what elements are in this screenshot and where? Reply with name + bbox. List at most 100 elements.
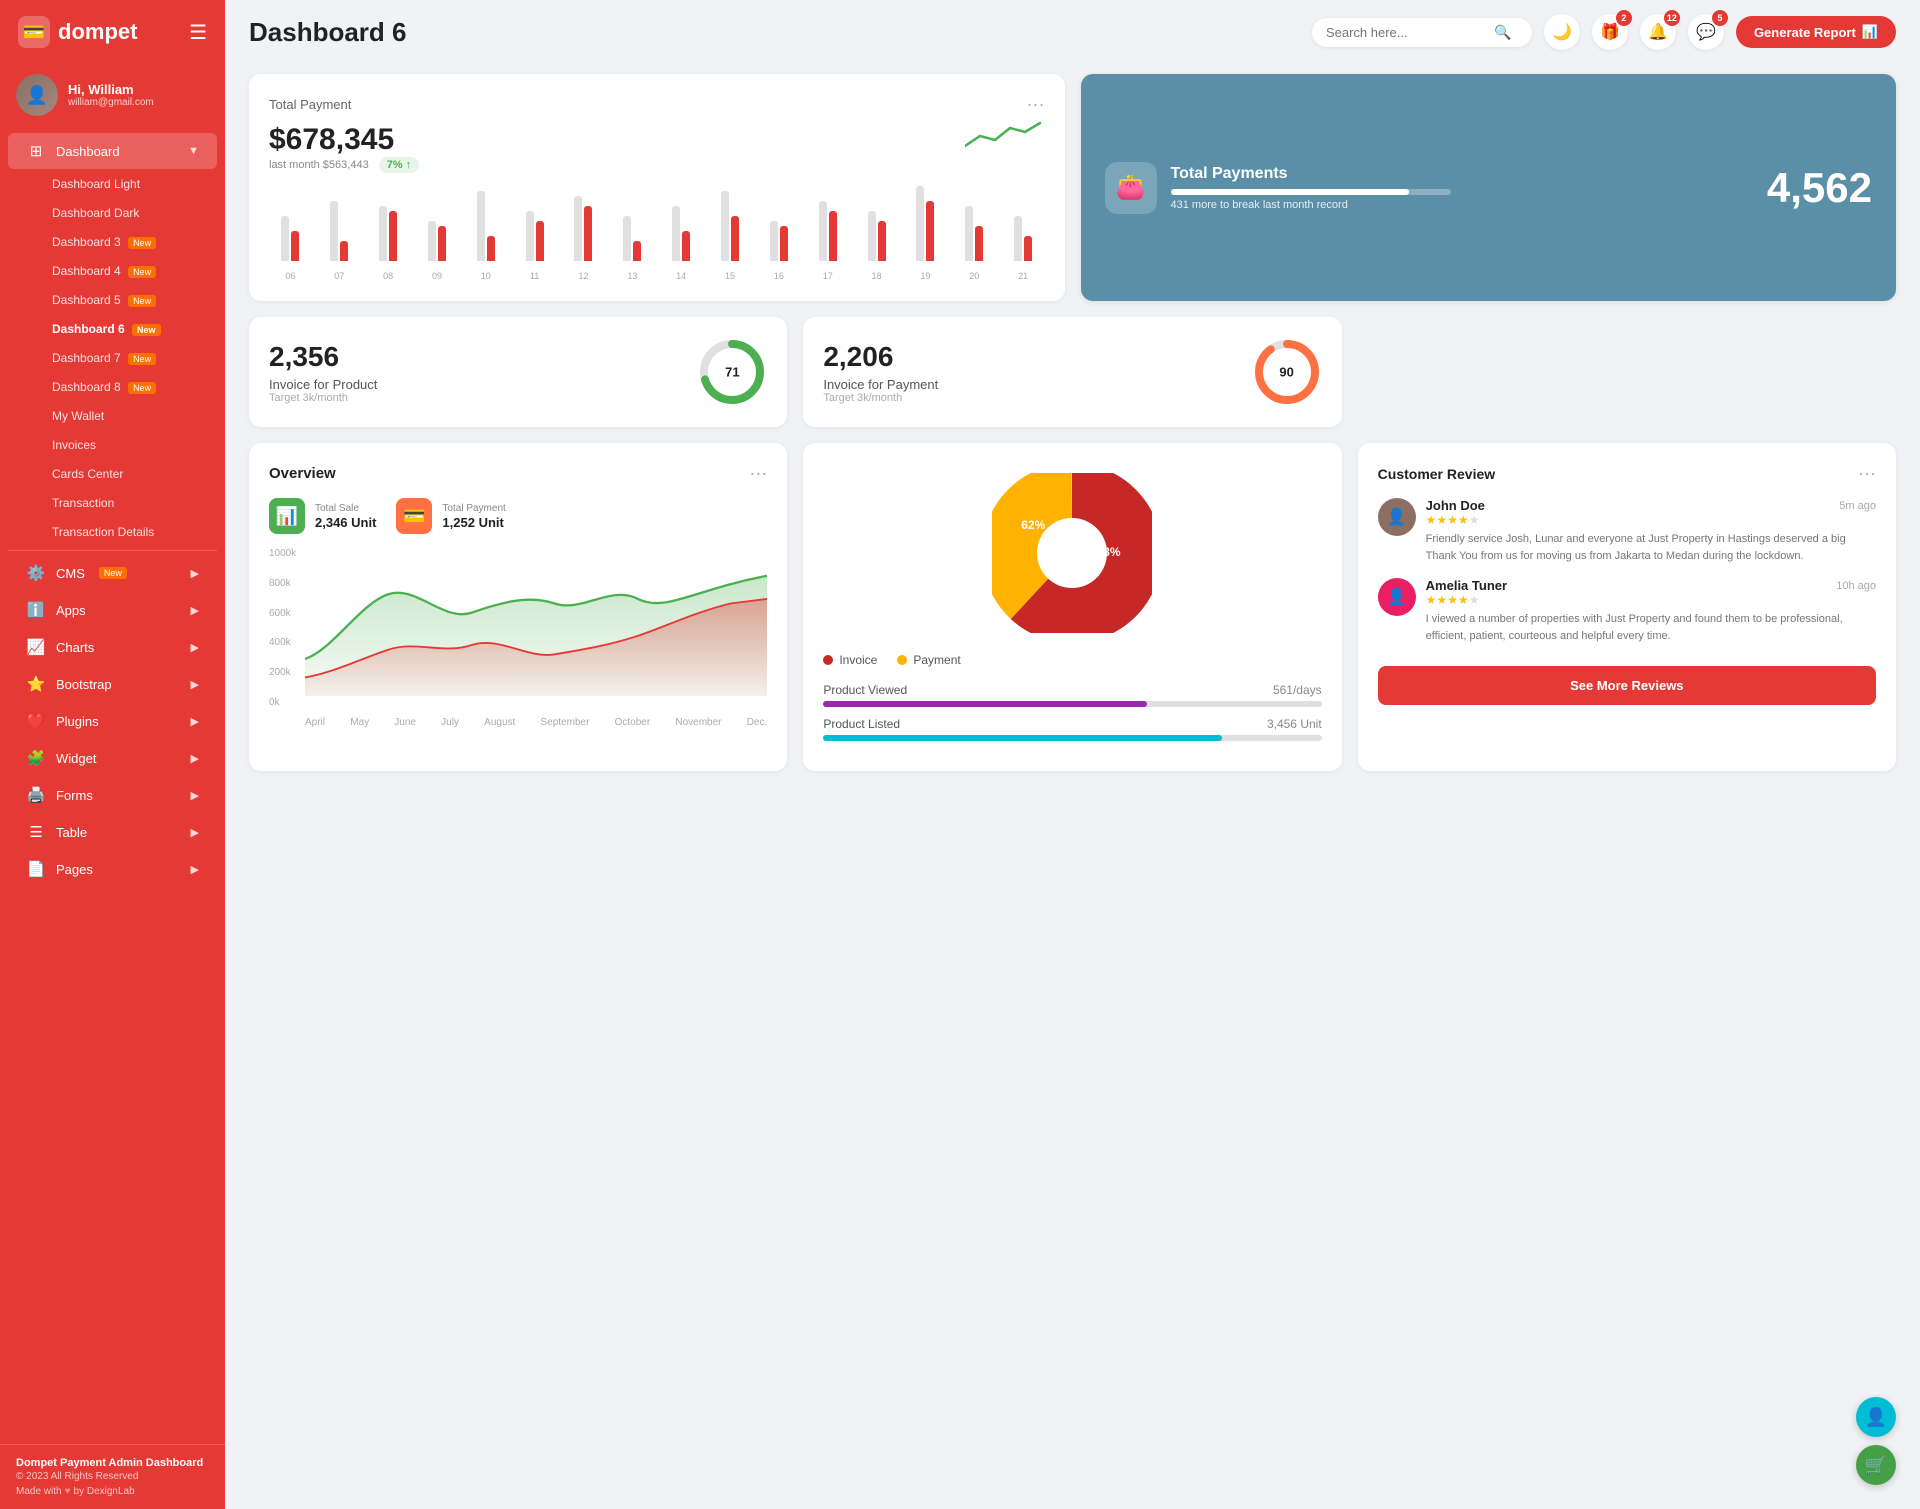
total-payment-menu[interactable]: ··· <box>1027 94 1045 115</box>
reviewer-1-text: Friendly service Josh, Lunar and everyon… <box>1426 531 1876 564</box>
cms-arrow-icon: ▶ <box>191 567 199 580</box>
total-sale-stat: 📊 Total Sale 2,346 Unit <box>269 498 376 534</box>
generate-report-button[interactable]: Generate Report 📊 <box>1736 16 1896 48</box>
bar-label-14: 20 <box>953 271 996 281</box>
gray-bar-1 <box>330 201 338 261</box>
bar-pair-1 <box>330 201 348 261</box>
invoice-payment-number: 2,206 <box>823 341 938 373</box>
sidebar-item-apps[interactable]: ℹ️ Apps ▶ <box>8 592 217 628</box>
sidebar-item-charts[interactable]: 📈 Charts ▶ <box>8 629 217 665</box>
bar-group-12 <box>855 211 898 261</box>
sidebar-item-dashboard-6[interactable]: Dashboard 6 New <box>8 315 217 343</box>
bar-label-5: 11 <box>513 271 556 281</box>
bar-label-6: 12 <box>562 271 605 281</box>
cms-left: ⚙️ CMS New <box>26 564 127 582</box>
legend-invoice: Invoice <box>823 653 877 667</box>
user-info: Hi, William william@gmail.com <box>68 82 154 108</box>
payment-legend-label: Payment <box>913 653 960 667</box>
overview-menu[interactable]: ··· <box>749 463 767 484</box>
sidebar-item-pages[interactable]: 📄 Pages ▶ <box>8 851 217 887</box>
support-float-button[interactable]: 👤 <box>1856 1397 1896 1437</box>
pie-svg <box>992 473 1152 633</box>
gray-bar-0 <box>281 216 289 261</box>
invoice-product-target: Target 3k/month <box>269 392 377 404</box>
bar-label-9: 15 <box>709 271 752 281</box>
invoice-product-donut: 71 <box>697 337 767 407</box>
invoice-payment-label: Invoice for Payment <box>823 377 938 392</box>
header-right: 🔍 🌙 🎁 2 🔔 12 💬 5 Generate Report 📊 <box>1312 14 1896 50</box>
y-label-200k: 200k <box>269 667 296 678</box>
empty-star-2: ★ <box>1469 593 1480 607</box>
sidebar-item-plugins[interactable]: ❤️ Plugins ▶ <box>8 703 217 739</box>
bar-group-4 <box>464 191 507 261</box>
reviewer-2-stars: ★★★★★ <box>1426 593 1876 607</box>
sidebar-item-forms[interactable]: 🖨️ Forms ▶ <box>8 777 217 813</box>
notification-button[interactable]: 🔔 12 <box>1640 14 1676 50</box>
gray-bar-15 <box>1014 216 1022 261</box>
sidebar-item-table[interactable]: ☰ Table ▶ <box>8 814 217 850</box>
x-label-may: May <box>350 717 369 728</box>
bar-pair-11 <box>819 201 837 261</box>
product-viewed-row: Product Viewed 561/days <box>823 683 1321 697</box>
cart-float-button[interactable]: 🛒 <box>1856 1445 1896 1485</box>
gift-button[interactable]: 🎁 2 <box>1592 14 1628 50</box>
sidebar-item-dashboard-dark[interactable]: Dashboard Dark <box>8 199 217 227</box>
sidebar-item-cards-center[interactable]: Cards Center <box>8 460 217 488</box>
theme-toggle-button[interactable]: 🌙 <box>1544 14 1580 50</box>
gray-bar-9 <box>721 191 729 261</box>
gray-bar-13 <box>916 186 924 261</box>
sidebar-item-dashboard-4[interactable]: Dashboard 4 New <box>8 257 217 285</box>
trend-badge: 7% ↑ <box>379 157 419 173</box>
total-sale-label: Total Sale <box>315 503 376 514</box>
sidebar-item-dashboard[interactable]: ⊞ Dashboard ▼ <box>8 133 217 169</box>
review-menu[interactable]: ··· <box>1858 463 1876 484</box>
sidebar-item-widget[interactable]: 🧩 Widget ▶ <box>8 740 217 776</box>
gray-bar-7 <box>623 216 631 261</box>
cms-new-badge: New <box>99 567 127 579</box>
footer-made: Made with ♥ by DexignLab <box>16 1486 209 1497</box>
bar-label-0: 06 <box>269 271 312 281</box>
chart-bar-icon: 📊 <box>1862 24 1878 40</box>
charts-icon: 📈 <box>26 638 46 656</box>
sidebar-item-bootstrap[interactable]: ⭐ Bootstrap ▶ <box>8 666 217 702</box>
bar-pair-10 <box>770 221 788 261</box>
invoice-payment-donut: 90 <box>1252 337 1322 407</box>
y-label-800k: 800k <box>269 578 296 589</box>
search-input[interactable] <box>1326 25 1486 40</box>
sidebar-item-dashboard-light[interactable]: Dashboard Light <box>8 170 217 198</box>
sidebar-item-dashboard-7[interactable]: Dashboard 7 New <box>8 344 217 372</box>
sidebar-item-dashboard-8[interactable]: Dashboard 8 New <box>8 373 217 401</box>
product-listed-bar-fill <box>823 735 1222 741</box>
y-axis-labels: 1000k 800k 600k 400k 200k 0k <box>269 548 296 708</box>
see-more-reviews-button[interactable]: See More Reviews <box>1378 666 1876 705</box>
red-bar-13 <box>926 201 934 261</box>
hamburger-icon[interactable]: ☰ <box>189 20 207 45</box>
bar-group-13 <box>904 186 947 261</box>
right-col-top <box>1358 317 1896 427</box>
sidebar-item-transaction-details[interactable]: Transaction Details <box>8 518 217 546</box>
sidebar-item-transaction[interactable]: Transaction <box>8 489 217 517</box>
bar-labels: 06070809101112131415161718192021 <box>269 265 1045 281</box>
bar-group-8 <box>660 206 703 261</box>
overview-header: Overview ··· <box>269 463 767 484</box>
sidebar-item-invoices[interactable]: Invoices <box>8 431 217 459</box>
sidebar-item-my-wallet[interactable]: My Wallet <box>8 402 217 430</box>
sidebar-item-cms[interactable]: ⚙️ CMS New ▶ <box>8 555 217 591</box>
red-bar-8 <box>682 231 690 261</box>
table-left: ☰ Table <box>26 823 87 841</box>
review-1-name-row: John Doe 5m ago <box>1426 498 1876 513</box>
generate-report-label: Generate Report <box>1754 25 1856 40</box>
sidebar-item-dashboard-3[interactable]: Dashboard 3 New <box>8 228 217 256</box>
bar-pair-9 <box>721 191 739 261</box>
bootstrap-arrow-icon: ▶ <box>191 678 199 691</box>
total-payments-blue-card: 👛 Total Payments 431 more to break last … <box>1081 74 1897 301</box>
bar-pair-14 <box>965 206 983 261</box>
product-viewed-label: Product Viewed <box>823 683 907 697</box>
bar-pair-6 <box>574 196 592 261</box>
sidebar-header: 💳 dompet ☰ <box>0 0 225 64</box>
message-button[interactable]: 💬 5 <box>1688 14 1724 50</box>
sidebar-item-dashboard-5[interactable]: Dashboard 5 New <box>8 286 217 314</box>
total-payment-stat-label: Total Payment <box>442 503 505 514</box>
payment-sub: last month $563,443 7% ↑ <box>269 157 419 173</box>
bar-label-10: 16 <box>757 271 800 281</box>
